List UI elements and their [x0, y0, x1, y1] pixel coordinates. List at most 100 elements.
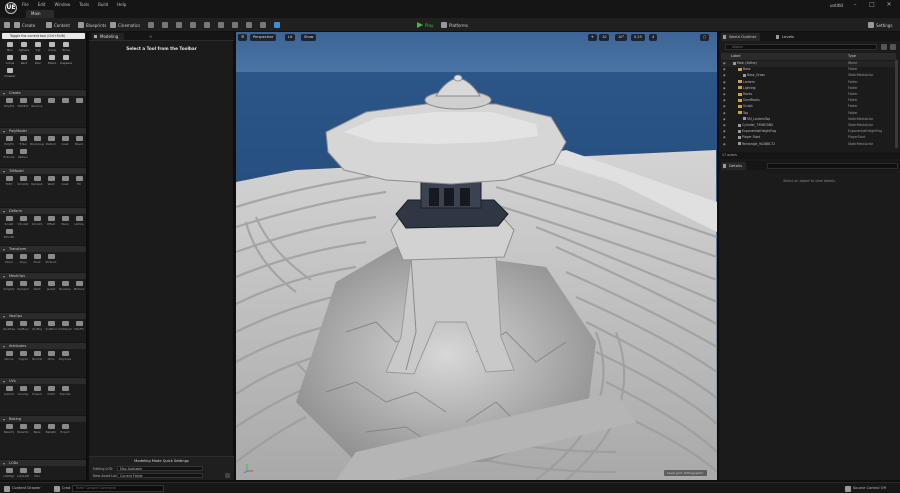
visibility-eye-icon[interactable]: ◉ [723, 135, 726, 141]
tool-button[interactable] [58, 97, 72, 109]
tool-button[interactable]: Fill [72, 175, 86, 187]
mode-select-icon[interactable] [148, 21, 154, 29]
tool-button[interactable]: Remesh [30, 175, 44, 187]
cinematics-button[interactable]: Cinematics [110, 21, 140, 29]
tool-button[interactable]: AutoLOD [16, 467, 30, 479]
menu-edit[interactable]: Edit [38, 2, 46, 7]
tab-levels[interactable]: Levels [774, 33, 798, 41]
visibility-eye-icon[interactable]: ◉ [723, 80, 726, 86]
tool-button[interactable]: BakeTx [2, 423, 16, 435]
tool-button[interactable]: Transfer [58, 385, 72, 397]
tool-button[interactable]: Unwrap [16, 385, 30, 397]
blueprints-button[interactable]: Blueprints [78, 21, 106, 29]
tool-category-header[interactable]: TriModel [0, 167, 86, 175]
tool-button[interactable]: Xfer [30, 467, 44, 479]
tool-button[interactable]: VoxMrg [30, 320, 44, 332]
mode-animation-icon[interactable] [232, 21, 238, 29]
menu-build[interactable]: Build [98, 2, 108, 7]
tool-button[interactable]: Align [16, 253, 30, 265]
tool-button[interactable]: Pivot [30, 253, 44, 265]
content-drawer-button[interactable]: Content Drawer [4, 485, 41, 492]
tool-button[interactable]: Xform [2, 253, 16, 265]
tool-category-header[interactable]: Attributes [0, 342, 86, 350]
outliner-row[interactable]: ◉ Player Start PlayerStart [721, 135, 896, 141]
editing-lod-dropdown[interactable]: Max Available [117, 466, 203, 471]
tab-world-outliner[interactable]: World Outliner [721, 33, 761, 41]
tool-button[interactable]: Warp [58, 215, 72, 227]
minimize-icon[interactable]: – [848, 1, 862, 9]
column-type[interactable]: Type [848, 53, 856, 60]
tool-button[interactable]: PathExt [16, 97, 30, 109]
tool-button[interactable]: Boolean [58, 280, 72, 292]
tool-button[interactable]: Inset [58, 135, 72, 147]
outliner-row[interactable]: ◉ Base Folder [721, 67, 896, 73]
mode-brush-icon[interactable] [218, 21, 224, 29]
mode-foliage-icon[interactable] [176, 21, 182, 29]
tool-button[interactable]: Bake [30, 423, 44, 435]
scale-snap-button[interactable]: 0.25 [631, 34, 645, 41]
content-button[interactable]: Content [46, 21, 70, 29]
tool-button[interactable]: Inset [58, 175, 72, 187]
visibility-eye-icon[interactable]: ◉ [723, 104, 726, 110]
tool-category-header[interactable]: VoxOps [0, 312, 86, 320]
tool-button[interactable]: DfrmPS [2, 228, 16, 240]
tool-category-header[interactable]: LODs [0, 459, 86, 467]
tool-button[interactable]: Pattern [16, 148, 30, 160]
shape-button[interactable]: Rect [17, 55, 31, 68]
menu-window[interactable]: Window [54, 2, 70, 7]
outliner-row[interactable]: ◉ ExponentialHeightFog ExponentialHeightFo… [721, 129, 896, 135]
visibility-eye-icon[interactable]: ◉ [723, 86, 726, 92]
mode-modeling-icon[interactable] [274, 21, 280, 29]
tool-button[interactable]: Project [30, 385, 44, 397]
tool-category-header[interactable]: Deform [0, 207, 86, 215]
details-search-input[interactable] [767, 163, 898, 169]
tool-button[interactable]: UVEd [44, 385, 58, 397]
cmd-button[interactable]: Cmd [54, 485, 70, 492]
maximize-icon[interactable]: □ [865, 1, 879, 9]
shape-button[interactable]: Torus [59, 42, 73, 55]
tool-button[interactable]: Jacket [44, 280, 58, 292]
tool-button[interactable]: Normls [30, 350, 44, 362]
tool-category-header[interactable]: MeshOps [0, 272, 86, 280]
shape-button[interactable]: Sphere [17, 42, 31, 55]
mode-fracture-icon[interactable] [204, 21, 210, 29]
close-icon[interactable]: × [149, 32, 152, 41]
shape-button[interactable]: Cyl [31, 42, 45, 55]
outliner-row[interactable]: ◉ Rocks Folder [721, 92, 896, 98]
tool-category-header[interactable]: Create [0, 89, 86, 97]
tool-button[interactable]: MshCut [72, 280, 86, 292]
source-control-button[interactable]: Source Control Off [845, 485, 886, 492]
console-command-input[interactable]: Enter Console Command [72, 485, 164, 492]
outliner-row[interactable]: ◉ SandRocks Folder [721, 98, 896, 104]
tool-button[interactable]: VoxBool [16, 320, 30, 332]
create-button[interactable]: Create [14, 21, 35, 29]
tool-button[interactable]: AutoUV [2, 385, 16, 397]
visibility-eye-icon[interactable]: ◉ [723, 123, 726, 129]
outliner-row[interactable]: ◉ Top Folder [721, 111, 896, 117]
camera-speed-button[interactable]: 4 [649, 34, 658, 41]
tool-button[interactable]: VoxBlnd [44, 320, 58, 332]
viewport-menu-button[interactable]: ☰ [238, 34, 248, 41]
platforms-button[interactable]: Platforms [441, 21, 468, 29]
tool-button[interactable]: Attrs [44, 350, 58, 362]
tool-button[interactable]: Simplify [2, 280, 16, 292]
visibility-eye-icon[interactable]: ◉ [723, 117, 726, 123]
tab-details[interactable]: Details [721, 162, 747, 170]
close-icon[interactable]: ✕ [882, 1, 896, 9]
transform-toggle-button[interactable]: ✛ [588, 34, 597, 41]
tool-button[interactable]: Extrude [2, 148, 16, 160]
outliner-row[interactable]: ◉ Lighting Folder [721, 86, 896, 92]
tool-button[interactable]: PolyGrps [58, 350, 72, 362]
tool-button[interactable]: Sculpt [2, 215, 16, 227]
tool-category-header[interactable]: Transform [0, 245, 86, 253]
visibility-eye-icon[interactable]: ◉ [723, 142, 726, 148]
shape-button[interactable]: Stairs [45, 55, 59, 68]
outliner-row[interactable]: ◉ Sculpt Folder [721, 104, 896, 110]
browse-folder-icon[interactable] [225, 473, 230, 478]
menu-file[interactable]: File [22, 2, 29, 7]
tool-button[interactable]: Tngnts [16, 350, 30, 362]
mode-texture-icon[interactable] [260, 21, 266, 29]
menu-tools[interactable]: Tools [79, 2, 89, 7]
visibility-eye-icon[interactable]: ◉ [723, 98, 726, 104]
outliner-scrollbar[interactable] [895, 60, 898, 148]
